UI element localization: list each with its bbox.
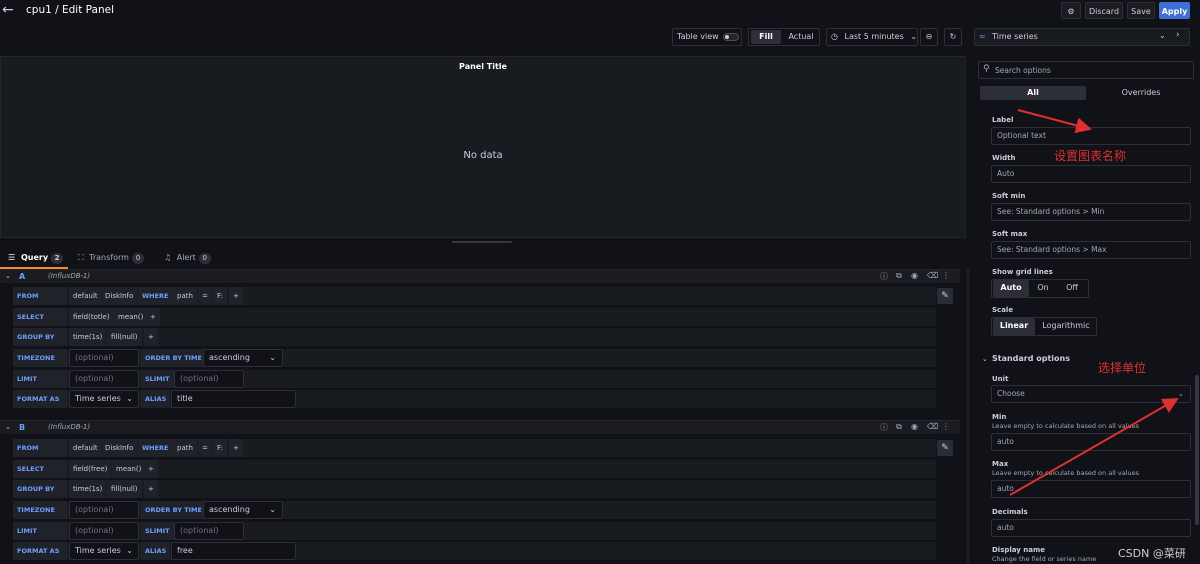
annotation-choose-unit: 选择单位 — [1098, 361, 1147, 375]
annotation-set-title: 设置图表名称 — [1054, 149, 1127, 163]
annotation-arrows — [1009, 109, 1179, 496]
arrow-to-unit-select — [1009, 398, 1179, 496]
arrow-to-label-input — [1017, 109, 1092, 134]
watermark-text: CSDN @菜研 — [1118, 547, 1186, 560]
